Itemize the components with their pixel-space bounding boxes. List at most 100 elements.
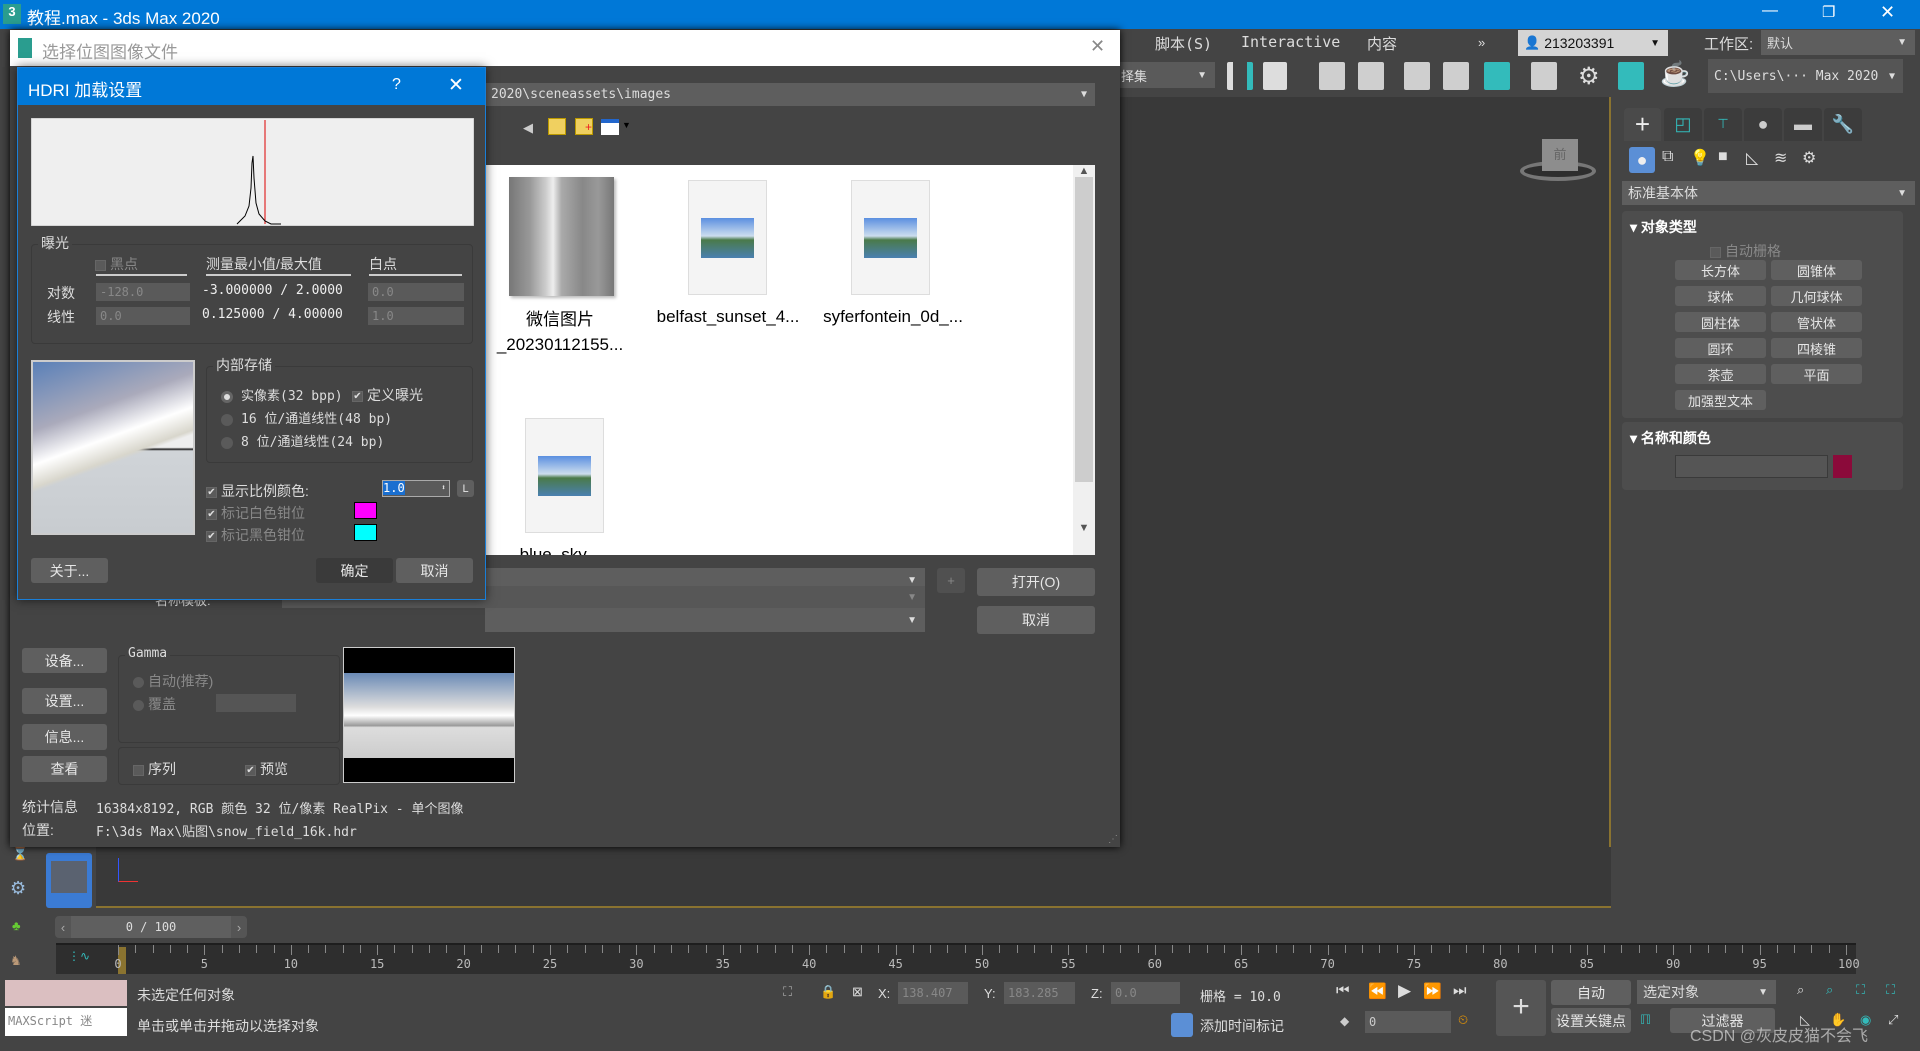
object-sphere-button[interactable]: 球体 <box>1675 286 1766 306</box>
mirror-icon[interactable] <box>1227 62 1253 90</box>
cancel-button[interactable]: 取消 <box>977 606 1095 634</box>
viewcube-face[interactable]: 前 <box>1542 139 1578 171</box>
object-cone-button[interactable]: 圆锥体 <box>1771 260 1862 280</box>
image-file-icon[interactable] <box>525 418 604 533</box>
linear-white-input[interactable]: 1.0 <box>368 307 464 325</box>
view-button[interactable]: 查看 <box>22 756 107 782</box>
white-clamp-swatch[interactable] <box>354 502 377 519</box>
maxscript-input[interactable]: MAXScript 迷 <box>5 1008 127 1036</box>
scrollbar-thumb[interactable] <box>1075 177 1093 482</box>
close-app-button[interactable]: ✕ <box>1880 2 1895 23</box>
menu-interactive[interactable]: Interactive <box>1241 33 1340 51</box>
file-name[interactable]: belfast_sunset_4... <box>653 307 803 327</box>
file-name[interactable]: syferfontein_0d_... <box>813 307 973 327</box>
plant-icon[interactable]: ♣ <box>12 918 21 933</box>
user-account[interactable]: 👤 213203391 ▼ <box>1518 30 1668 56</box>
black-clamp-swatch[interactable] <box>354 524 377 541</box>
z-coordinate-input[interactable]: 0.0 <box>1111 982 1180 1004</box>
align-icon[interactable] <box>1263 62 1287 90</box>
rendered-frame-icon[interactable] <box>1618 62 1644 90</box>
tab-create[interactable]: + <box>1624 108 1661 141</box>
file-thumbnail[interactable] <box>509 177 614 296</box>
object-teapot-button[interactable]: 茶壶 <box>1675 364 1766 384</box>
time-tag-icon[interactable] <box>1171 1013 1193 1037</box>
viewport-layout-tab[interactable] <box>46 853 92 908</box>
transform-mode-icon[interactable]: ⊠ <box>852 984 863 1000</box>
object-pyramid-button[interactable]: 四棱锥 <box>1771 338 1862 358</box>
viewport[interactable] <box>1113 97 1611 908</box>
ribbon-icon[interactable] <box>1404 62 1430 90</box>
help-button[interactable]: ? <box>392 76 401 94</box>
tab-display[interactable]: ▬ <box>1784 108 1822 141</box>
spacewarps-icon[interactable]: ≋ <box>1774 148 1787 168</box>
prev-key-button[interactable]: ⏪ <box>1368 982 1387 1000</box>
time-slider[interactable]: ‹ 0 / 100 › <box>55 916 247 938</box>
add-time-tag[interactable]: 添加时间标记 <box>1200 1016 1284 1036</box>
go-to-end-button[interactable]: ⏭ <box>1453 982 1467 999</box>
close-icon[interactable]: ✕ <box>1090 36 1105 57</box>
workspace-select[interactable]: 默认 ▼ <box>1761 30 1915 55</box>
sequence-checkbox[interactable]: 序列 <box>133 759 176 779</box>
define-exposure-checkbox[interactable]: ✔ 定义曝光 <box>352 385 423 405</box>
log-white-input[interactable]: 0.0 <box>368 283 464 301</box>
up-folder-icon[interactable] <box>548 118 566 135</box>
project-path-select[interactable]: C:\Users\··· Max 2020 ▼ <box>1708 59 1903 93</box>
menu-more[interactable]: » <box>1478 35 1485 50</box>
image-file-icon[interactable] <box>688 180 767 295</box>
rollout-header[interactable]: ▾ 对象类型 <box>1630 217 1697 237</box>
object-name-input[interactable] <box>1675 455 1828 478</box>
gamma-auto-radio[interactable]: 自动(推荐) <box>133 671 213 691</box>
resize-grip[interactable]: ⋰ <box>1108 834 1118 845</box>
category-select[interactable]: 标准基本体 ▼ <box>1622 181 1915 205</box>
storage-8bit-radio[interactable]: 8 位/通道线性(24 bp) <box>221 431 466 450</box>
time-config-icon[interactable]: ⏲ <box>1458 1012 1468 1028</box>
devices-button[interactable]: 设备... <box>22 648 107 673</box>
object-textplus-button[interactable]: 加强型文本 <box>1675 390 1766 410</box>
go-to-start-button[interactable]: ⏮ <box>1336 982 1350 999</box>
scene-explorer-icon[interactable] <box>1319 62 1345 90</box>
cancel-button[interactable]: 取消 <box>396 558 473 583</box>
selected-objects-select[interactable]: 选定对象 ▼ <box>1637 980 1776 1004</box>
object-box-button[interactable]: 长方体 <box>1675 260 1766 280</box>
character-icon[interactable]: ♞ <box>10 953 22 969</box>
prev-frame-button[interactable]: ‹ <box>55 920 71 935</box>
y-coordinate-input[interactable]: 183.285 <box>1004 982 1075 1004</box>
set-key-big-button[interactable]: + <box>1496 980 1546 1036</box>
viewport-icon[interactable]: ⌛ <box>12 846 28 862</box>
key-mode-icon[interactable]: ◆ <box>1340 1014 1349 1028</box>
selection-set-select[interactable]: 择集 ▼ <box>1115 62 1215 88</box>
file-list[interactable]: 微信图片 _20230112155... belfast_sunset_4... … <box>485 165 1095 555</box>
show-scale-checkbox[interactable]: ✔ 显示比例颜色: <box>206 481 309 501</box>
current-frame-input[interactable]: 0 <box>1365 1011 1451 1033</box>
autogrid-checkbox[interactable]: 自动栅格 <box>1710 241 1781 261</box>
systems-icon[interactable]: ⚙ <box>1802 148 1816 168</box>
file-list-scrollbar[interactable]: ▲ ▼ <box>1073 165 1095 555</box>
shapes-icon[interactable]: ⧉ <box>1662 148 1673 166</box>
view-menu-icon[interactable] <box>601 119 619 135</box>
setup-button[interactable]: 设置... <box>22 688 107 714</box>
close-icon[interactable]: ✕ <box>448 74 464 97</box>
viewport-bottom[interactable] <box>96 847 1611 908</box>
render-setup-icon[interactable]: ⚙ <box>1578 62 1600 91</box>
lock-icon[interactable]: 🔒 <box>820 984 836 1000</box>
file-name[interactable]: blue_sky_... <box>490 545 640 555</box>
curve-editor-toggle[interactable]: ⋮∿ <box>68 949 90 963</box>
mark-black-checkbox[interactable]: ✔ 标记黑色钳位 <box>206 525 305 545</box>
cameras-icon[interactable]: ■ <box>1718 148 1728 166</box>
object-torus-button[interactable]: 圆环 <box>1675 338 1766 358</box>
material-editor-icon[interactable] <box>1531 62 1557 90</box>
look-in-select[interactable]: 2020\sceneassets\images ▼ <box>485 83 1095 106</box>
zoom-all-icon[interactable]: ⌕ <box>1826 982 1833 998</box>
black-point-checkbox[interactable]: 黑点 <box>95 254 138 274</box>
linear-black-input[interactable]: 0.0 <box>96 307 190 325</box>
tab-utilities[interactable]: 🔧 <box>1824 108 1862 141</box>
scale-input[interactable]: 1.0 ⬍ <box>382 480 450 497</box>
timeline-track[interactable]: ⋮∿ 0 5 10 15 20 25 30 35 40 45 50 55 60 65 70 75 80 85 90 9… <box>56 943 1860 974</box>
geometry-icon[interactable]: ● <box>1629 147 1655 173</box>
l-button[interactable]: L <box>457 480 474 497</box>
time-slider-label[interactable]: 0 / 100 <box>71 916 231 938</box>
set-key-button[interactable]: 设置关键点 <box>1551 1008 1631 1033</box>
zoom-icon[interactable]: ⌕ <box>1797 982 1804 998</box>
open-button[interactable]: 打开(O) <box>977 568 1095 596</box>
image-file-icon[interactable] <box>851 180 930 295</box>
